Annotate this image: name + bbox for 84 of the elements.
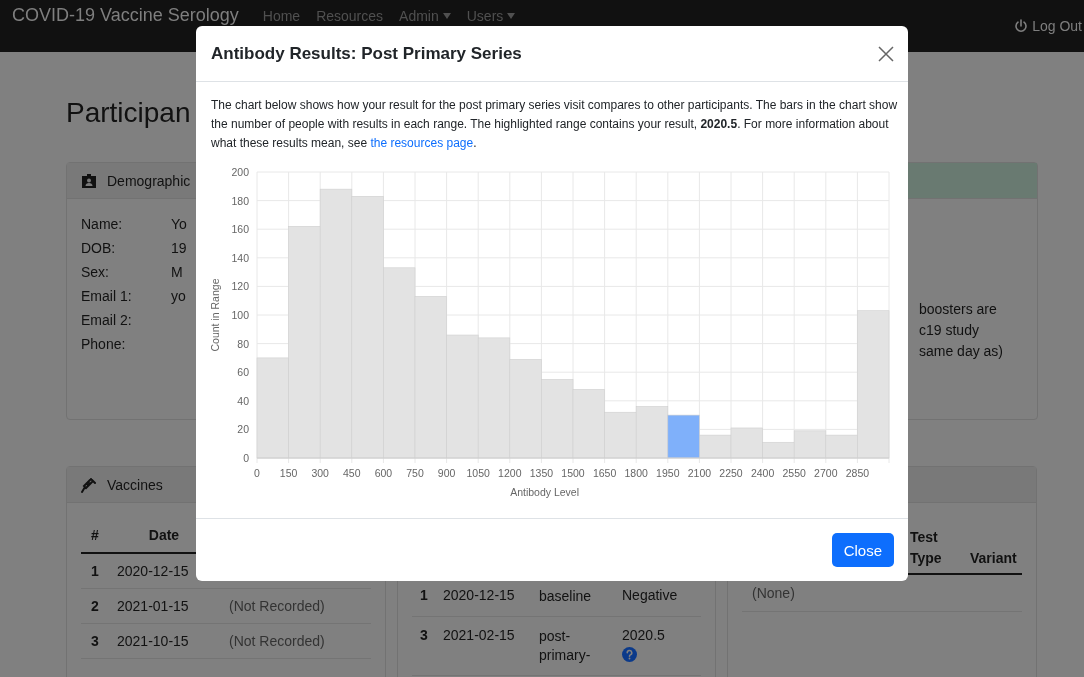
y-tick-label: 200 (231, 166, 249, 178)
table-cell: (Not Recorded) (229, 633, 325, 649)
x-tick-label: 750 (406, 467, 424, 479)
x-tick-label: 1950 (656, 467, 680, 479)
column-header: Variant (970, 549, 1017, 568)
brand-title[interactable]: COVID-19 Vaccine Serology (12, 5, 239, 25)
row-number: 1 (90, 563, 100, 579)
nav-link[interactable]: Admin (399, 7, 451, 25)
notice-text: c19 study (919, 321, 980, 340)
table-cell-text: post-primary- (539, 627, 592, 665)
y-tick-label: 20 (237, 423, 249, 436)
page-title: Participan (66, 96, 191, 130)
close-button[interactable]: Close (831, 533, 894, 567)
row-number: 3 (90, 633, 100, 649)
x-tick-label: 2850 (845, 467, 870, 479)
column-header: Test Type (910, 528, 943, 568)
notice-text: boosters are (919, 300, 998, 319)
field-value: Yo (171, 215, 187, 234)
y-tick-label: 120 (231, 280, 249, 293)
close-icon[interactable] (878, 45, 894, 62)
y-tick-label: 160 (231, 223, 249, 236)
x-tick-label: 1200 (498, 467, 522, 479)
card-title: Demographic (107, 172, 191, 189)
nav-link[interactable]: Resources (316, 7, 384, 25)
field-label: Email 2: (81, 311, 132, 330)
syringe-icon (81, 476, 97, 493)
field-label: Phone: (81, 335, 126, 354)
row-number: 3 (419, 627, 429, 643)
x-tick-label: 2100 (687, 467, 712, 479)
x-tick-label: 150 (279, 467, 298, 479)
x-tick-label: 0 (254, 467, 260, 479)
table-cell-text: 2021-02-15 (443, 627, 516, 643)
table-cell: Negative (622, 587, 678, 603)
help-icon[interactable] (622, 647, 637, 662)
dialog-title: Antibody Results: Post Primary Series (211, 43, 523, 64)
x-tick-label: 1350 (529, 467, 554, 479)
x-tick-label: 2550 (782, 467, 806, 479)
y-tick-label: 180 (231, 194, 249, 207)
table-cell: 2020.5 (622, 627, 665, 643)
logout-link[interactable]: Log Out (1014, 18, 1082, 34)
row-number: 2 (90, 598, 100, 614)
table-cell-text: 2021-01-15 (116, 598, 190, 614)
x-tick-label: 1050 (466, 467, 490, 479)
x-tick-label: 600 (374, 467, 393, 479)
column-header: Date (147, 526, 181, 543)
field-value: M (171, 263, 183, 282)
card-title: Vaccines (107, 476, 163, 493)
field-value: 19 (171, 239, 187, 258)
field-label: DOB: (81, 239, 116, 258)
x-tick-label: 300 (311, 467, 329, 479)
row-number: 1 (419, 587, 429, 603)
field-value: yo (171, 287, 186, 306)
y-axis-title: Count in Range (209, 278, 221, 352)
x-tick-label: 1500 (561, 467, 585, 479)
x-tick-label: 450 (343, 467, 361, 479)
x-tick-label: 900 (437, 467, 456, 479)
x-tick-label: 2400 (750, 467, 775, 479)
y-tick-label: 80 (237, 337, 249, 350)
table-cell-text: 2021-10-15 (116, 633, 190, 649)
x-tick-label: 2250 (719, 467, 743, 479)
x-axis-title: Antibody Level (510, 486, 580, 498)
table-cell-text: 2020-12-15 (443, 587, 516, 603)
field-label: Name: (81, 215, 123, 234)
x-tick-label: 1800 (624, 467, 648, 479)
x-tick-label: 2700 (814, 467, 838, 479)
y-tick-label: 100 (231, 309, 249, 321)
table-cell-text: baseline (539, 587, 593, 606)
field-label: Email 1: (81, 287, 132, 306)
nav-link[interactable]: Home (262, 7, 301, 25)
y-tick-label: 60 (237, 366, 249, 379)
nav-link[interactable]: Users (466, 7, 516, 25)
field-label: Sex: (81, 263, 109, 282)
column-header: # (90, 526, 100, 543)
y-tick-label: 0 (243, 452, 249, 464)
id-badge-icon (81, 172, 97, 189)
table-cell-text: 2020-12-15 (116, 563, 190, 579)
x-tick-label: 1650 (592, 467, 617, 479)
y-tick-label: 40 (237, 394, 249, 407)
power-icon (1014, 19, 1029, 33)
table-cell: (Not Recorded) (229, 598, 325, 614)
notice-text: same day as) (919, 342, 1005, 361)
table-cell-text: (None) (751, 585, 795, 601)
y-tick-label: 140 (231, 251, 249, 264)
intro-text: The chart below shows how your result for the post primary series visit compares to other participants. The bars in the chart show the number of people with results in each range. The highlighted range contains your result, 2020.5. For more information about what these results mean, see the resources page. (211, 97, 899, 152)
